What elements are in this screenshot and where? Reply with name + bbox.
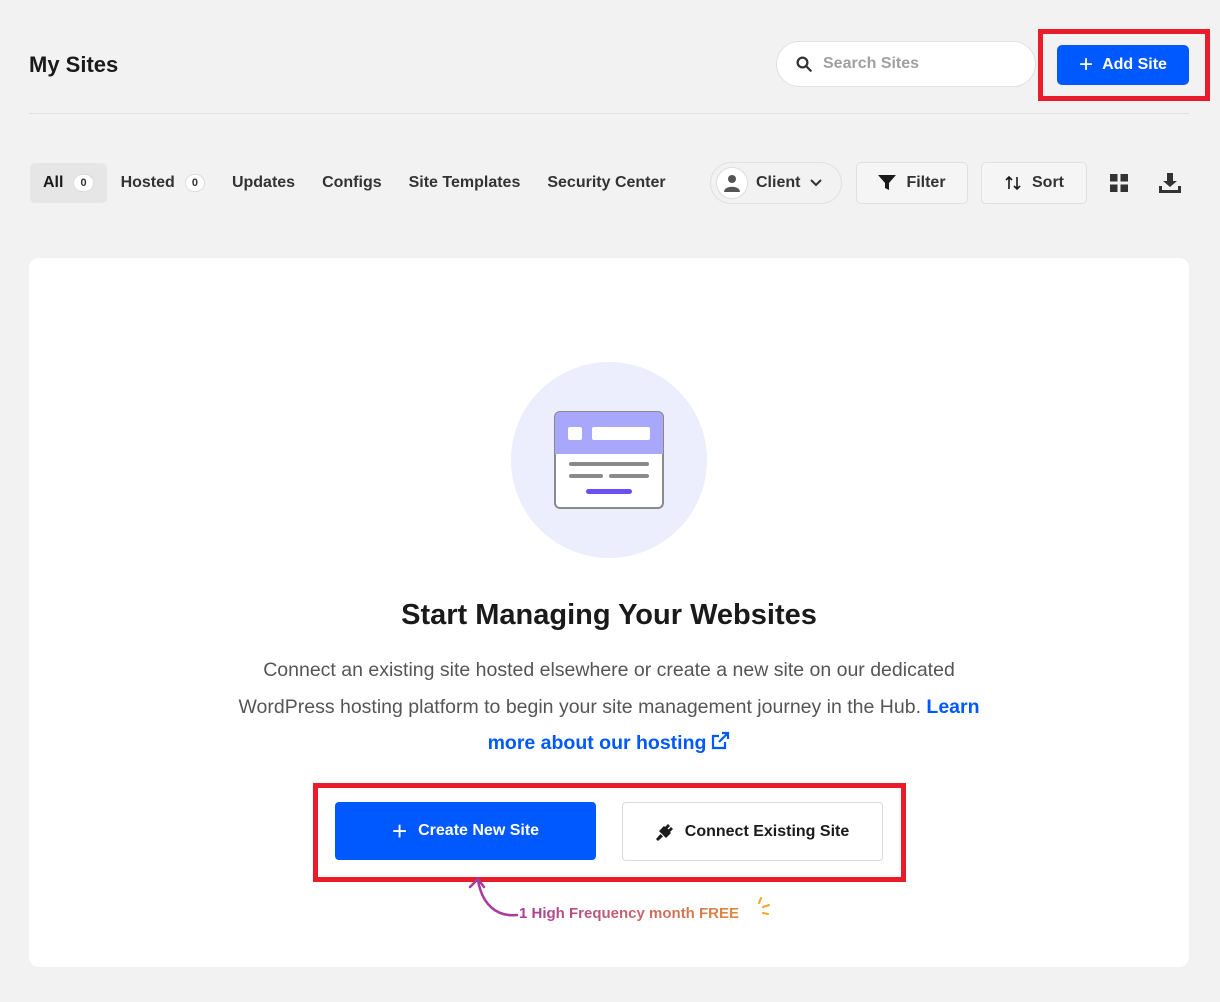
site-tabs: All 0 Hosted 0 Updates Configs Site Temp… [30,163,680,203]
tab-updates[interactable]: Updates [219,163,308,203]
add-site-label: Add Site [1102,56,1167,73]
client-label: Client [756,174,801,191]
filter-button[interactable]: Filter [856,162,968,204]
add-site-button[interactable]: + Add Site [1057,45,1189,85]
tab-label: All [43,174,64,191]
sort-button[interactable]: Sort [981,162,1087,204]
illustration-circle [511,362,707,558]
plug-icon [655,823,673,841]
curved-arrow-icon [468,877,519,917]
tab-label: Configs [322,174,382,191]
connect-label: Connect Existing Site [684,822,850,840]
external-link-icon [712,731,730,750]
tab-site-templates[interactable]: Site Templates [396,163,534,203]
create-label: Create New Site [418,822,540,839]
download-icon [1159,173,1181,193]
tab-label: Site Templates [408,174,521,191]
tab-security-center[interactable]: Security Center [534,163,678,203]
create-new-site-button[interactable]: + Create New Site [335,802,596,860]
tab-all[interactable]: All 0 [30,163,107,203]
search-input[interactable] [823,55,1013,73]
browser-window-icon [554,411,664,509]
sparkle-icon [758,897,770,915]
page-title: My Sites [29,52,119,77]
empty-state-description: Connect an existing site hosted elsewher… [219,652,999,762]
grid-view-icon [1110,174,1128,192]
plus-icon: + [391,816,408,846]
tab-count: 0 [184,174,205,192]
page-header: My Sites [29,40,1189,90]
client-dropdown[interactable]: Client [710,162,842,204]
sort-label: Sort [1032,174,1064,191]
tab-count: 0 [73,174,94,192]
grid-view-button[interactable] [1106,170,1132,196]
tab-label: Updates [231,174,296,191]
tab-label: Hosted [120,174,175,191]
empty-state-title: Start Managing Your Websites [401,599,817,631]
avatar [716,167,748,199]
search-box[interactable] [776,41,1036,87]
tab-hosted[interactable]: Hosted 0 [108,163,218,203]
user-icon [724,175,740,192]
funnel-icon [878,175,897,190]
sort-arrows-icon [1005,175,1021,191]
chevron-down-icon [810,179,823,187]
tab-label: Security Center [547,174,666,191]
header-divider [29,113,1189,114]
filter-label: Filter [906,174,946,191]
download-button[interactable] [1157,170,1183,196]
promo-text: 1 High Frequency month FREE [519,905,740,922]
description-text: Connect an existing site hosted elsewher… [238,659,955,718]
connect-existing-site-button[interactable]: Connect Existing Site [622,802,883,861]
search-icon [796,56,812,72]
plus-icon: + [1079,51,1094,78]
tab-configs[interactable]: Configs [309,163,395,203]
